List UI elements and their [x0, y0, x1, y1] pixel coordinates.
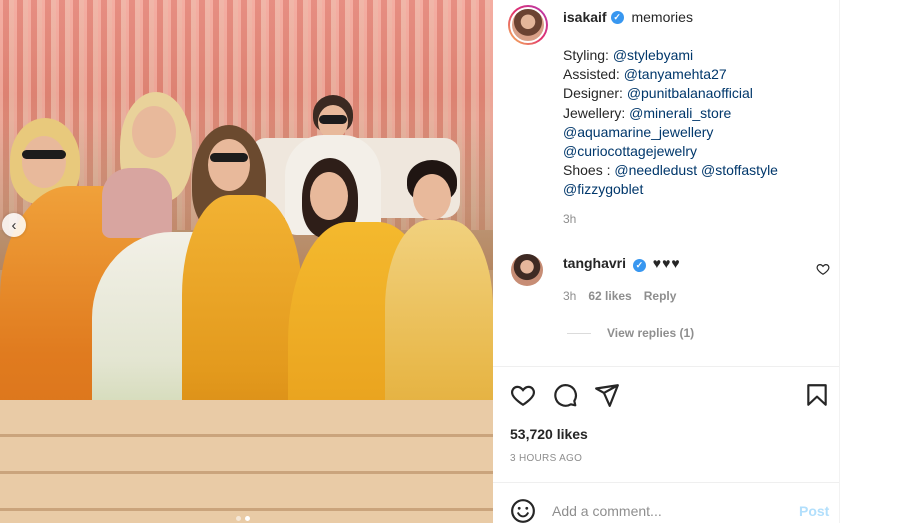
bookmark-icon[interactable] — [804, 382, 830, 408]
mention-link[interactable]: @stoffastyle — [701, 162, 778, 178]
mention-link[interactable]: @needledust — [614, 162, 697, 178]
caption-text: Styling: — [563, 47, 613, 63]
carousel-dots — [236, 516, 250, 521]
caption-text: Designer: — [563, 85, 627, 102]
mention-link[interactable]: @stylebyami — [613, 47, 693, 63]
comment-like-heart-icon[interactable] — [816, 262, 830, 276]
add-comment-input[interactable] — [552, 500, 782, 522]
caption-line: @aquamarine_jewellery — [563, 123, 778, 142]
caption-text: Assisted: — [563, 66, 624, 83]
caption-body: Styling: @stylebyami Assisted: @tanyameht… — [563, 46, 778, 200]
comment-header: tanghavri ✓ ♥♥♥ — [563, 255, 681, 272]
caption-line: Styling: @stylebyami — [563, 46, 778, 65]
previous-photo-button[interactable]: ‹ — [2, 213, 26, 237]
caption-line: @fizzygoblet — [563, 180, 778, 199]
caption-line: Designer: @punitbalanaofficial — [563, 84, 778, 103]
caption-header: isakaif ✓ ⁣ memories ⁣ — [563, 9, 697, 25]
caption-line: Shoes : @needledust @stoffastyle — [563, 161, 778, 180]
replies-line-divider — [567, 332, 591, 334]
actions-divider — [493, 366, 839, 367]
comment-likes[interactable]: 62 likes — [588, 289, 631, 303]
post-photo[interactable]: ‹ — [0, 0, 493, 523]
verified-badge-icon: ✓ — [632, 259, 646, 272]
mention-link[interactable]: @curiocottagejewelry — [563, 143, 697, 159]
commenter-avatar[interactable] — [511, 254, 543, 286]
panel-border — [839, 0, 840, 523]
paper-plane-icon[interactable] — [594, 382, 620, 408]
verified-badge-icon: ✓ — [610, 10, 624, 24]
post-comment-button[interactable]: Post — [799, 503, 829, 519]
reply-button[interactable]: Reply — [644, 289, 677, 303]
view-replies-label: View replies (1) — [607, 326, 695, 340]
mention-link[interactable]: @punitbalanaofficial — [627, 85, 753, 101]
comment-meta: 3h 62 likes Reply — [563, 289, 676, 303]
mention-link[interactable]: @fizzygoblet — [563, 181, 643, 197]
mention-link[interactable]: @minerali_store — [629, 105, 731, 121]
post-timestamp[interactable]: 3 HOURS AGO — [510, 453, 582, 464]
mention-link[interactable]: @aquamarine_jewellery — [563, 124, 713, 140]
emoji-icon[interactable] — [510, 498, 536, 523]
caption-line: @curiocottagejewelry — [563, 142, 778, 161]
author-username[interactable]: isakaif — [563, 9, 607, 25]
likes-count[interactable]: 53,720 likes — [510, 426, 588, 442]
steps — [0, 400, 493, 523]
author-avatar[interactable] — [508, 5, 548, 45]
caption-text: Jewellery: — [563, 104, 630, 121]
caption-line: Assisted: @tanyamehta27 — [563, 65, 778, 84]
comment-text: ♥♥♥ — [652, 255, 681, 271]
commenter-username[interactable]: tanghavri — [563, 255, 626, 271]
carousel-dot-active — [245, 516, 250, 521]
comment-timestamp[interactable]: 3h — [563, 289, 576, 303]
view-replies-button[interactable]: View replies (1) — [567, 326, 694, 340]
comment-icon[interactable] — [552, 382, 578, 408]
heart-icon[interactable] — [510, 382, 536, 408]
chevron-left-icon: ‹ — [11, 216, 17, 234]
caption-title: ⁣ memories ⁣ — [627, 9, 697, 25]
carousel-dot — [236, 516, 241, 521]
mention-link[interactable]: @tanyamehta27 — [624, 66, 727, 82]
caption-text: Shoes : — [563, 162, 615, 179]
caption-timestamp[interactable]: 3h — [563, 212, 576, 226]
caption-line: Jewellery: @minerali_store — [563, 104, 778, 123]
composer-divider — [493, 482, 839, 483]
